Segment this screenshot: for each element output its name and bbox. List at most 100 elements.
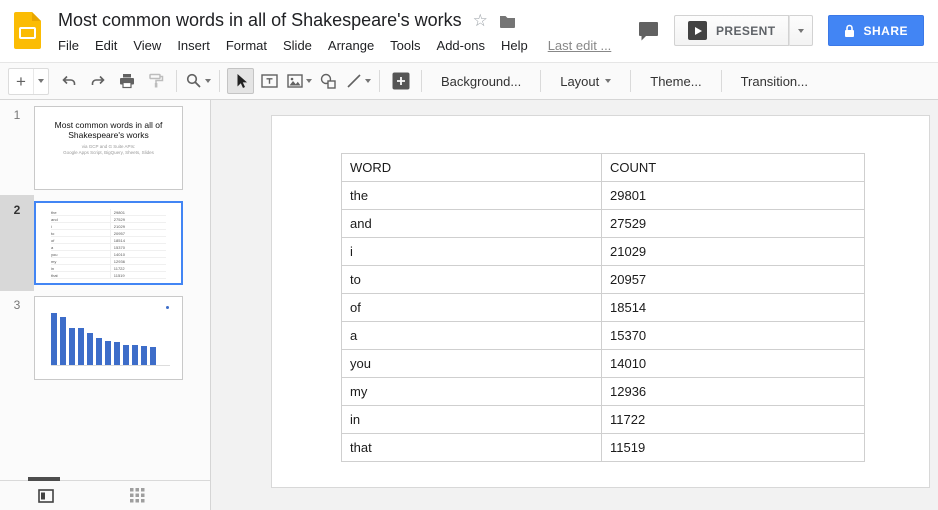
table-cell[interactable]: 21029	[602, 238, 865, 266]
chevron-down-icon	[205, 79, 211, 83]
new-slide-options[interactable]	[33, 69, 48, 94]
transition-label: Transition...	[741, 74, 808, 89]
theme-button[interactable]: Theme...	[637, 68, 714, 94]
title-block: Most common words in all of Shakespeare'…	[58, 10, 611, 55]
separator	[721, 70, 722, 92]
toolbar: +	[0, 62, 938, 100]
slide-thumbnail-row-2[interactable]: 2 the29801and27529i21029to20957of18514a1…	[0, 195, 210, 291]
slide-page[interactable]: WORDCOUNT the29801and27529i21029to20957o…	[271, 115, 930, 488]
word-count-table-head-row: WORDCOUNT	[342, 154, 865, 182]
table-cell[interactable]: 12936	[602, 378, 865, 406]
topbar-actions: PRESENT SHARE	[638, 15, 924, 46]
share-button[interactable]: SHARE	[828, 15, 924, 46]
table-cell[interactable]: 29801	[602, 182, 865, 210]
google-slides-logo-icon[interactable]	[14, 12, 41, 49]
menu-slide[interactable]: Slide	[275, 36, 320, 55]
present-options-button[interactable]	[789, 15, 813, 46]
table-row: to20957	[342, 266, 865, 294]
shape-button[interactable]	[315, 68, 342, 94]
text-box-icon	[260, 72, 279, 90]
insert-comment-button[interactable]	[387, 68, 414, 94]
mini-bar	[60, 317, 66, 365]
menu-edit[interactable]: Edit	[87, 36, 125, 55]
table-cell[interactable]: 20957	[602, 266, 865, 294]
word-count-table[interactable]: WORDCOUNT the29801and27529i21029to20957o…	[341, 153, 865, 462]
menu-bar: FileEditViewInsertFormatSlideArrangeTool…	[58, 36, 611, 55]
doc-title[interactable]: Most common words in all of Shakespeare'…	[58, 10, 462, 31]
mini-bar	[105, 341, 111, 365]
menu-file[interactable]: File	[58, 36, 87, 55]
undo-button[interactable]	[55, 68, 82, 94]
slide-canvas-area[interactable]: WORDCOUNT the29801and27529i21029to20957o…	[211, 100, 938, 510]
lock-icon	[844, 24, 855, 38]
table-cell[interactable]: a	[342, 322, 602, 350]
paint-format-button[interactable]	[142, 68, 169, 94]
table-cell[interactable]: that	[342, 434, 602, 462]
star-icon[interactable]: ☆	[473, 12, 488, 29]
table-cell[interactable]: to	[342, 266, 602, 294]
table-cell[interactable]: i	[342, 238, 602, 266]
background-label: Background...	[441, 74, 521, 89]
menu-insert[interactable]: Insert	[169, 36, 218, 55]
thumb-title-text: Most common words in all of Shakespeare'…	[35, 120, 182, 140]
table-row: of18514	[342, 294, 865, 322]
paint-roller-icon	[147, 72, 165, 90]
menu-add-ons[interactable]: Add-ons	[429, 36, 493, 55]
menu-tools[interactable]: Tools	[382, 36, 428, 55]
line-tool-button[interactable]	[344, 68, 372, 94]
mini-bar	[114, 342, 120, 365]
separator	[540, 70, 541, 92]
mini-bar	[78, 328, 84, 365]
menu-view[interactable]: View	[125, 36, 169, 55]
text-box-button[interactable]	[256, 68, 283, 94]
menu-help[interactable]: Help	[493, 36, 536, 55]
mini-table-row: in11722	[51, 265, 166, 272]
filmstrip-view-button[interactable]	[38, 489, 54, 503]
mini-bar	[51, 313, 57, 365]
redo-button[interactable]	[84, 68, 111, 94]
insert-image-button[interactable]	[285, 68, 313, 94]
table-cell[interactable]: my	[342, 378, 602, 406]
transition-button[interactable]: Transition...	[728, 68, 821, 94]
slide-thumbnail-row-3[interactable]: 3	[0, 296, 210, 380]
grid-view-button[interactable]	[130, 488, 145, 503]
table-cell[interactable]: of	[342, 294, 602, 322]
mini-table-row: my12936	[51, 258, 166, 265]
menu-arrange[interactable]: Arrange	[320, 36, 382, 55]
table-cell[interactable]: the	[342, 182, 602, 210]
layout-button[interactable]: Layout	[547, 68, 624, 94]
select-tool-button[interactable]	[227, 68, 254, 94]
table-row: and27529	[342, 210, 865, 238]
slide-1-thumbnail[interactable]: Most common words in all of Shakespeare'…	[34, 106, 183, 190]
print-button[interactable]	[113, 68, 140, 94]
slide-2-thumbnail-selected[interactable]: the29801and27529i21029to20957of18514a153…	[34, 201, 183, 285]
table-header-cell[interactable]: COUNT	[602, 154, 865, 182]
last-edit-link[interactable]: Last edit ...	[548, 38, 612, 53]
table-cell[interactable]: you	[342, 350, 602, 378]
table-cell[interactable]: 14010	[602, 350, 865, 378]
topbar: Most common words in all of Shakespeare'…	[0, 0, 938, 62]
menu-format[interactable]: Format	[218, 36, 275, 55]
table-cell[interactable]: 11519	[602, 434, 865, 462]
table-header-cell[interactable]: WORD	[342, 154, 602, 182]
slide-number: 1	[0, 106, 34, 190]
table-cell[interactable]: 15370	[602, 322, 865, 350]
filmstrip-scrollbar-thumb[interactable]	[28, 477, 60, 481]
mini-bar	[141, 346, 147, 365]
table-cell[interactable]: and	[342, 210, 602, 238]
folder-move-icon[interactable]	[499, 14, 516, 28]
present-group: PRESENT	[674, 15, 813, 46]
background-button[interactable]: Background...	[428, 68, 534, 94]
mini-table-row: of18514	[51, 237, 166, 244]
table-row: you14010	[342, 350, 865, 378]
table-cell[interactable]: in	[342, 406, 602, 434]
slide-thumbnail-row-1[interactable]: 1 Most common words in all of Shakespear…	[0, 106, 210, 190]
new-slide-button[interactable]: +	[8, 68, 49, 95]
present-button[interactable]: PRESENT	[674, 15, 789, 46]
table-cell[interactable]: 27529	[602, 210, 865, 238]
table-cell[interactable]: 11722	[602, 406, 865, 434]
zoom-button[interactable]	[184, 68, 212, 94]
table-cell[interactable]: 18514	[602, 294, 865, 322]
comments-button[interactable]	[638, 21, 659, 41]
slide-3-thumbnail[interactable]	[34, 296, 183, 380]
